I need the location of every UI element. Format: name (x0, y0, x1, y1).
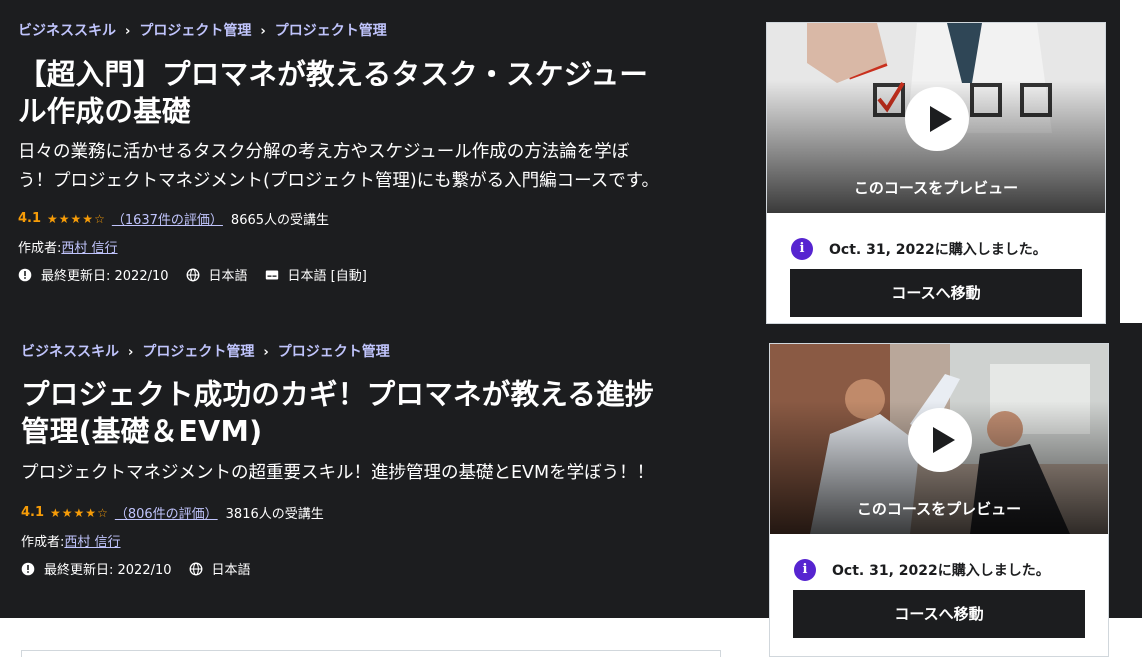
star-rating-icon: ★★★★☆ (47, 211, 106, 226)
globe-icon (186, 268, 199, 281)
author-row: 作成者:西村 信行 (18, 241, 118, 256)
language: 日本語 (208, 269, 248, 284)
course-title: プロジェクト成功のカギ！プロマネが教える進捗 管理(基礎＆EVM) (21, 378, 654, 448)
breadcrumb-link[interactable]: プロジェクト管理 (139, 23, 251, 39)
course-preview[interactable]: このコースをプレビュー (770, 344, 1108, 534)
star-rating-icon: ★★★★☆ (50, 505, 109, 520)
course-title: 【超入門】プロマネが教えるタスク・スケジュー ル作成の基礎 (18, 58, 649, 128)
course-sidebar-card: このコースをプレビュー i Oct. 31, 2022に購入しました。 コースへ… (769, 343, 1109, 657)
student-count: 8665人の受講生 (230, 213, 330, 228)
last-updated: 最終更新日: 2022/10 (41, 269, 169, 284)
closed-captions-icon (265, 270, 278, 279)
rating-row: 4.1 ★★★★☆ （806件の評価） 3816人の受講生 (21, 503, 324, 522)
language: 日本語 (211, 563, 251, 578)
go-to-course-button[interactable]: コースへ移動 (790, 269, 1082, 317)
content-box (21, 650, 721, 657)
breadcrumb-link[interactable]: プロジェクト管理 (278, 344, 390, 360)
course-description: プロジェクトマネジメントの超重要スキル！進捗管理の基礎とEVMを学ぼう！！ (21, 463, 655, 483)
course-sidebar-card: このコースをプレビュー i Oct. 31, 2022に購入しました。 コースへ… (766, 22, 1106, 324)
info-icon: i (791, 238, 813, 260)
alert-badge-icon (21, 562, 35, 575)
rating-count-link[interactable]: （806件の評価） (115, 503, 218, 522)
breadcrumb-link[interactable]: プロジェクト管理 (142, 344, 254, 360)
meta-row: 最終更新日: 2022/10 日本語 日本語 [自動] (18, 265, 384, 284)
breadcrumb: ビジネススキル › プロジェクト管理 › プロジェクト管理 (21, 344, 390, 360)
globe-icon (189, 562, 202, 575)
go-to-course-button[interactable]: コースへ移動 (793, 590, 1085, 638)
last-updated: 最終更新日: 2022/10 (44, 563, 172, 578)
breadcrumb: ビジネススキル › プロジェクト管理 › プロジェクト管理 (18, 23, 387, 39)
meta-row: 最終更新日: 2022/10 日本語 (21, 559, 268, 578)
author-link[interactable]: 西村 信行 (64, 535, 120, 550)
breadcrumb-link[interactable]: ビジネススキル (18, 23, 116, 39)
rating-value: 4.1 (18, 211, 42, 226)
course-preview[interactable]: このコースをプレビュー (767, 23, 1105, 213)
info-icon: i (794, 559, 816, 581)
play-icon[interactable] (905, 87, 969, 151)
play-icon[interactable] (908, 408, 972, 472)
student-count: 3816人の受講生 (225, 507, 324, 522)
breadcrumb-link[interactable]: プロジェクト管理 (275, 23, 387, 39)
captions: 日本語 [自動] (287, 269, 367, 284)
course-description: 日々の業務に活かせるタスク分解の考え方やスケジュール作成の方法論を学ぼ う！プロ… (18, 142, 660, 191)
author-link[interactable]: 西村 信行 (61, 241, 117, 256)
rating-row: 4.1 ★★★★☆ （1637件の評価） 8665人の受講生 (18, 209, 329, 228)
preview-label: このコースをプレビュー (853, 179, 1019, 197)
breadcrumb-link[interactable]: ビジネススキル (21, 344, 119, 360)
alert-badge-icon (18, 268, 32, 281)
author-row: 作成者:西村 信行 (21, 535, 121, 550)
rating-value: 4.1 (21, 505, 45, 520)
preview-label: このコースをプレビュー (856, 500, 1022, 518)
purchase-info: i Oct. 31, 2022に購入しました。 (794, 559, 1050, 581)
rating-count-link[interactable]: （1637件の評価） (112, 209, 223, 228)
purchase-info: i Oct. 31, 2022に購入しました。 (791, 238, 1047, 260)
